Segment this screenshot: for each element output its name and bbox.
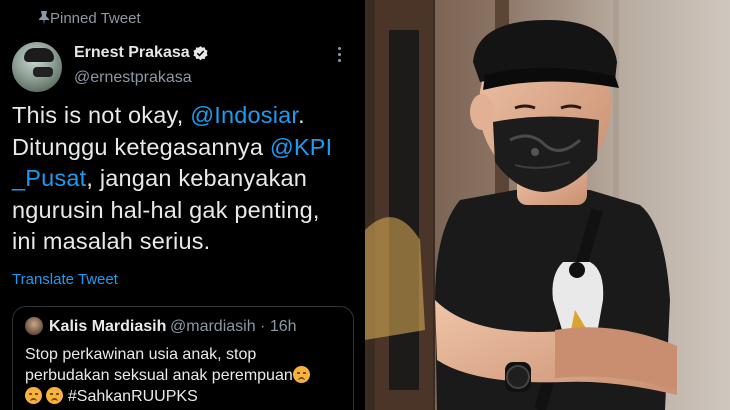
- sad-face-emoji-icon: [292, 366, 310, 383]
- author-avatar[interactable]: [12, 42, 62, 92]
- author-name[interactable]: Ernest Prakasa: [74, 44, 190, 62]
- tweet-text: This is not okay, @Indosiar. Ditunggu ke…: [12, 102, 333, 254]
- sad-face-emoji-icon: [46, 387, 64, 404]
- mention-link[interactable]: @KPI: [270, 134, 333, 160]
- translate-tweet-link[interactable]: Translate Tweet: [12, 271, 118, 288]
- quote-author-avatar: [25, 317, 43, 335]
- quote-text: Stop perkawinan usia anak, stop perbudak…: [25, 344, 345, 407]
- pin-icon: [39, 11, 49, 25]
- mention-link[interactable]: @Indosiar: [190, 102, 298, 128]
- more-options-icon[interactable]: [337, 47, 343, 63]
- photo-panel: [365, 0, 730, 410]
- quote-meta: @mardiasih · 16h: [170, 318, 297, 335]
- pinned-tweet-label: Pinned Tweet: [39, 10, 141, 27]
- author-handle[interactable]: @ernestprakasa: [74, 69, 192, 87]
- mention-link[interactable]: _Pusat: [12, 165, 86, 191]
- quote-author-name: Kalis Mardiasih: [49, 318, 167, 335]
- tweet-panel: Pinned Tweet Ernest Prakasa @ernestpraka…: [0, 0, 365, 410]
- sad-face-emoji-icon: [25, 387, 42, 404]
- verified-badge-icon: [193, 46, 208, 61]
- quoted-tweet[interactable]: Kalis Mardiasih @mardiasih · 16h Stop pe…: [12, 306, 354, 410]
- man-photo: [365, 0, 730, 410]
